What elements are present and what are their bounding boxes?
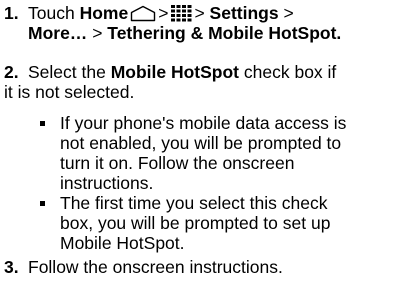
tethering-label: Tethering & Mobile HotSpot	[107, 23, 337, 43]
home-label: Home	[79, 3, 129, 23]
step-2-text: Select the Mobile HotSpot check box if	[28, 62, 400, 82]
bullet-marker	[40, 121, 45, 126]
mobile-hotspot-label: Mobile HotSpot	[110, 62, 240, 82]
step-2-line-2: it is not selected.	[4, 82, 135, 102]
step-2-line-1: Select the Mobile HotSpot check box if	[28, 62, 337, 82]
step-number: 2.	[4, 62, 19, 82]
step-1-line-1: Touch Home > > Settings >	[28, 3, 400, 23]
step-3-text: Follow the onscreen instructions.	[28, 257, 283, 277]
step-number: 3.	[4, 257, 19, 277]
step-1-line-2: More… > Tethering & Mobile HotSpot.	[28, 23, 342, 43]
step-1-text: Touch Home > > Settings > More… > Tetherin…	[28, 3, 400, 43]
more-label: More…	[28, 23, 88, 43]
bullet-marker	[40, 201, 45, 206]
touch-label: Touch	[28, 3, 75, 23]
settings-label: Settings	[209, 3, 279, 23]
step-number: 1.	[4, 3, 19, 23]
